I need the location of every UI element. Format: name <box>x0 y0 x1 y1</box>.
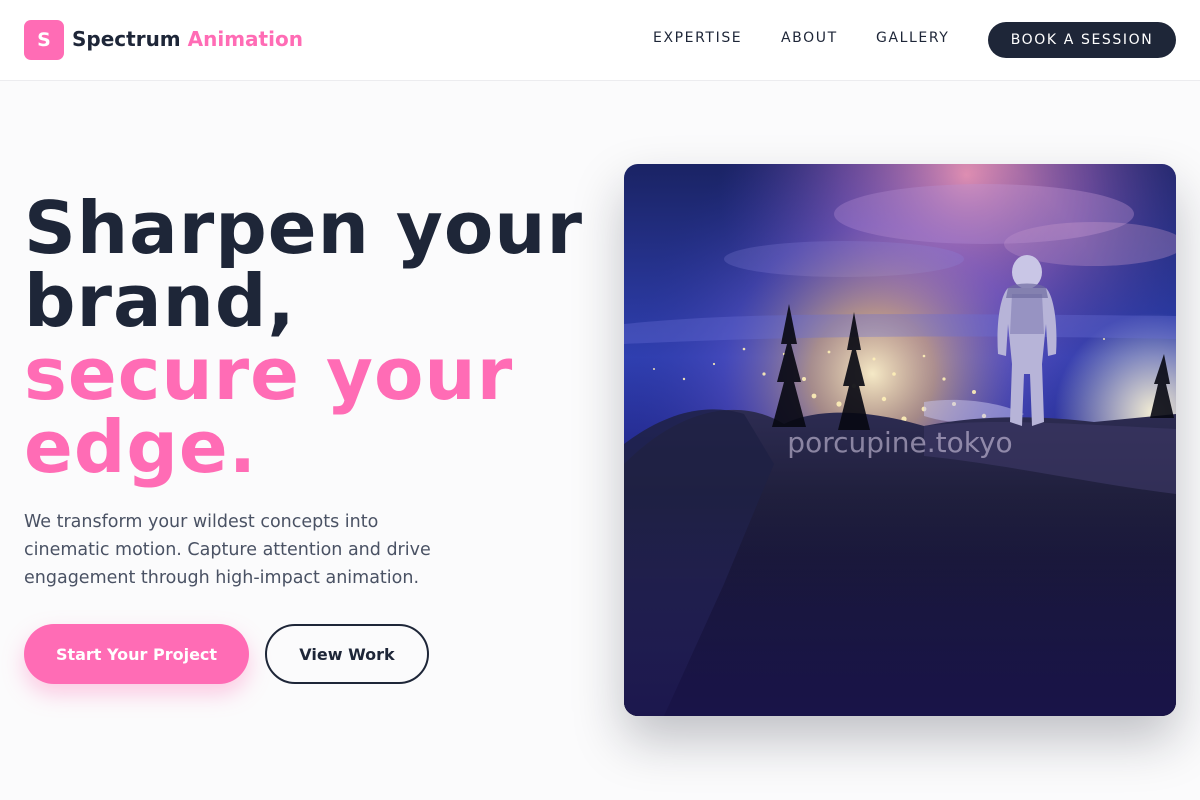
hero-headline: Sharpen your brand, secure your edge. <box>24 192 604 484</box>
nav-link-expertise[interactable]: EXPERTISE <box>653 30 742 46</box>
nav-link-about[interactable]: ABOUT <box>781 30 838 46</box>
hero-description: We transform your wildest concepts into … <box>24 512 431 588</box>
headline-line-1: Sharpen your <box>24 186 584 270</box>
start-project-button[interactable]: Start Your Project <box>24 624 249 684</box>
view-work-button[interactable]: View Work <box>265 624 429 684</box>
headline-line-4: edge. <box>24 405 258 489</box>
brand-name-primary: Spectrum <box>72 27 181 51</box>
brand-name[interactable]: Spectrum Animation <box>72 27 303 51</box>
image-watermark: porcupine.tokyo <box>787 426 1013 459</box>
headline-line-3: secure your <box>24 332 514 416</box>
brand-name-accent: Animation <box>187 27 303 51</box>
nav-link-gallery[interactable]: GALLERY <box>876 30 949 46</box>
headline-line-2: brand, <box>24 259 296 343</box>
hero-image: porcupine.tokyo <box>624 164 1176 716</box>
book-session-button[interactable]: BOOK A SESSION <box>988 22 1176 58</box>
top-navbar: S Spectrum Animation EXPERTISE ABOUT GAL… <box>0 0 1200 81</box>
logo-badge[interactable]: S <box>24 20 64 60</box>
